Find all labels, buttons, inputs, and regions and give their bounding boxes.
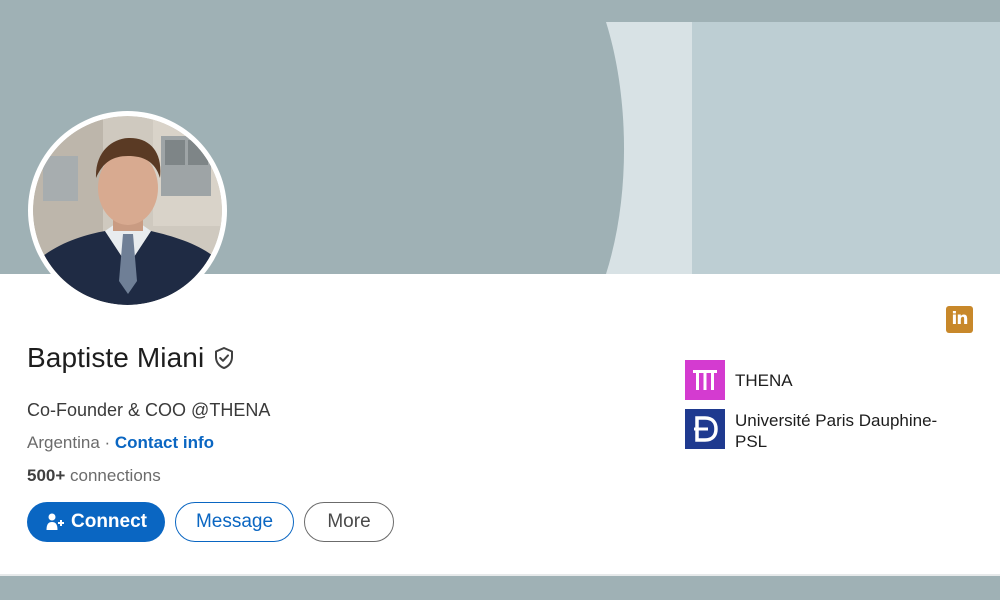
connect-label: Connect xyxy=(71,511,147,532)
profile-photo xyxy=(33,116,222,305)
org-name-dauphine: Université Paris Dauphine-PSL xyxy=(735,411,938,451)
org-dauphine[interactable]: Université Paris Dauphine-PSL xyxy=(685,409,965,452)
message-label: Message xyxy=(195,511,274,532)
connections-number: 500+ xyxy=(27,466,66,485)
profile-location: Argentina xyxy=(27,433,100,452)
connect-button[interactable]: Connect xyxy=(27,502,165,542)
linkedin-icon[interactable]: in xyxy=(946,306,973,333)
thena-logo-icon xyxy=(685,360,725,400)
org-name-thena: THENA xyxy=(735,370,793,390)
more-label: More xyxy=(327,511,371,532)
org-thena[interactable]: THENA xyxy=(685,360,793,400)
connections-count[interactable]: 500+ connections xyxy=(27,466,161,486)
profile-headline: Co-Founder & COO @THENA xyxy=(27,400,271,420)
verified-shield-icon[interactable] xyxy=(212,346,236,370)
dauphine-logo-icon xyxy=(685,409,725,449)
contact-info-link[interactable]: Contact info xyxy=(115,433,214,452)
separator-dot: · xyxy=(99,433,115,452)
message-button[interactable]: Message xyxy=(175,502,294,542)
more-button[interactable]: More xyxy=(304,502,394,542)
page-bottom-strip xyxy=(0,574,1000,600)
avatar[interactable] xyxy=(28,111,227,310)
location-row: Argentina · Contact info xyxy=(27,433,214,453)
add-person-icon xyxy=(46,513,64,530)
connections-label: connections xyxy=(65,466,161,485)
name-row: Baptiste Miani xyxy=(27,342,236,374)
page-top-strip xyxy=(0,0,1000,22)
profile-name: Baptiste Miani xyxy=(27,342,205,373)
profile-actions: Connect Message More xyxy=(27,502,394,542)
